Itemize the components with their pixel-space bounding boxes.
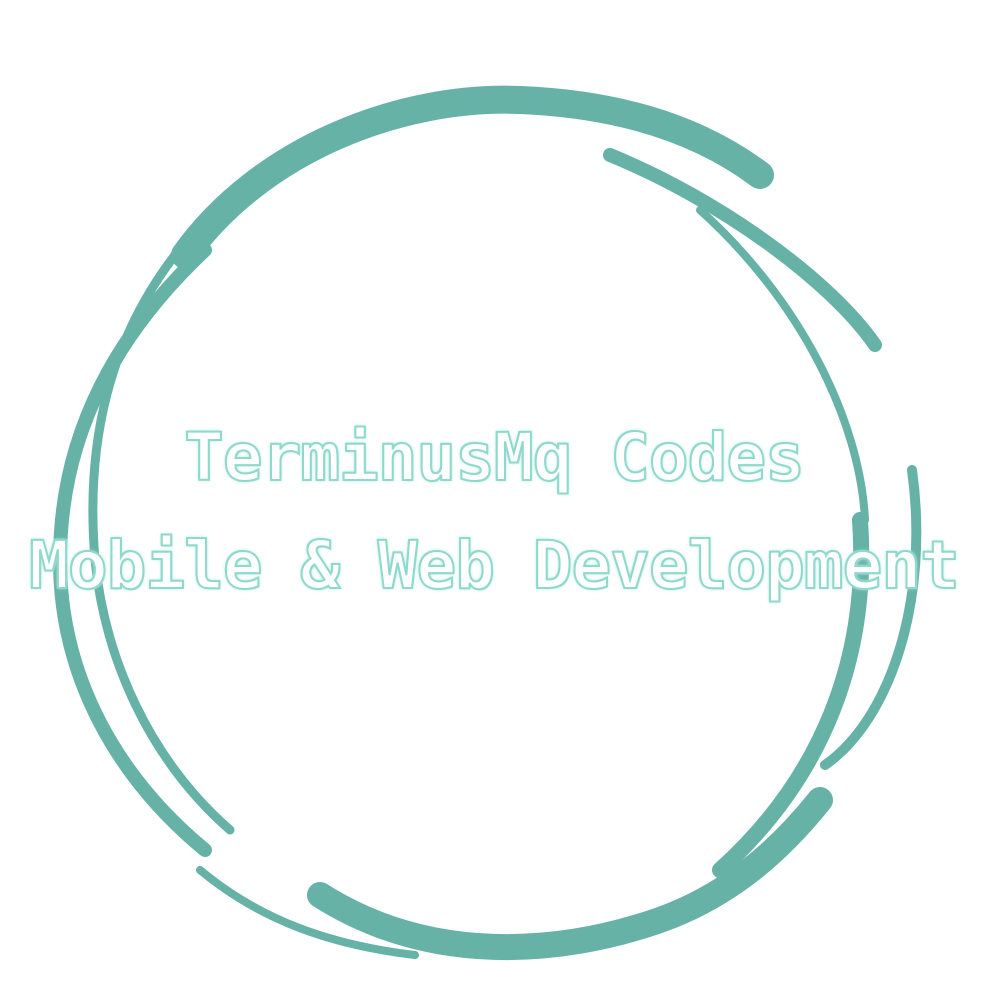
ring-right-lower-stroke (820, 465, 922, 770)
brand-tagline: Mobile & Web Development (28, 526, 961, 605)
ring-bottom-stroke (307, 787, 833, 961)
brush-ring-icon (52, 85, 922, 961)
brand-name: TerminusMq Codes (183, 418, 806, 497)
brand-logo: TerminusMq Codes Mobile & Web Developmen… (0, 0, 988, 1005)
